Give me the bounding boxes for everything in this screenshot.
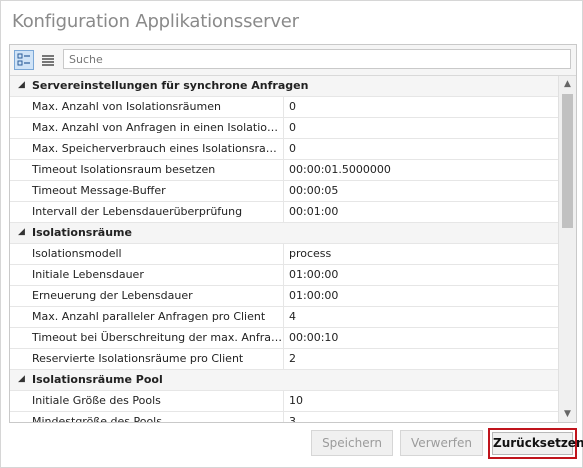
property-name: Max. Anzahl paralleler Anfragen pro Clie…: [10, 307, 284, 327]
collapse-arrow-icon[interactable]: ◢: [18, 80, 25, 90]
categorized-view-icon[interactable]: [14, 50, 34, 70]
property-value[interactable]: 00:00:10: [284, 328, 558, 348]
search-input[interactable]: [63, 49, 571, 69]
property-name: Initiale Größe des Pools: [10, 391, 284, 411]
property-row[interactable]: Initiale Größe des Pools 10: [10, 391, 558, 412]
property-grid-toolbar: [10, 45, 576, 76]
property-row[interactable]: Timeout bei Überschreitung der max. Anfr…: [10, 328, 558, 349]
property-row[interactable]: Mindestgröße des Pools 3: [10, 412, 558, 422]
property-name: Max. Speicherverbrauch eines Isolationsr…: [10, 139, 284, 159]
property-name: Timeout bei Überschreitung der max. Anfr…: [10, 328, 284, 348]
reset-button[interactable]: Zurücksetzen: [492, 432, 583, 455]
property-value[interactable]: 10: [284, 391, 558, 411]
alphabetical-list-icon[interactable]: [38, 50, 58, 70]
property-name: Max. Anzahl von Isolationsräumen: [10, 97, 284, 117]
property-value[interactable]: 4: [284, 307, 558, 327]
category-row[interactable]: ◢ Servereinstellungen für synchrone Anfra…: [10, 76, 558, 97]
property-value[interactable]: 2: [284, 349, 558, 369]
property-value[interactable]: 0: [284, 97, 558, 117]
property-name: Initiale Lebensdauer: [10, 265, 284, 285]
property-row[interactable]: Max. Anzahl von Anfragen in einen Isolat…: [10, 118, 558, 139]
category-label: Servereinstellungen für synchrone Anfrag…: [32, 79, 309, 92]
category-row[interactable]: ◢ Isolationsräume Pool: [10, 370, 558, 391]
property-row[interactable]: Timeout Isolationsraum besetzen 00:00:01.…: [10, 160, 558, 181]
scroll-down-icon[interactable]: ▼: [559, 406, 576, 422]
property-rows: ◢ Servereinstellungen für synchrone Anfra…: [10, 76, 558, 422]
vertical-scrollbar[interactable]: ▲ ▼: [558, 76, 576, 422]
property-row[interactable]: Erneuerung der Lebensdauer 01:00:00: [10, 286, 558, 307]
collapse-arrow-icon[interactable]: ◢: [18, 227, 25, 237]
property-row[interactable]: Reservierte Isolationsräume pro Client 2: [10, 349, 558, 370]
property-value[interactable]: 01:00:00: [284, 286, 558, 306]
property-value[interactable]: 0: [284, 118, 558, 138]
property-name: Max. Anzahl von Anfragen in einen Isolat…: [10, 118, 284, 138]
property-row[interactable]: Max. Anzahl von Isolationsräumen 0: [10, 97, 558, 118]
property-value[interactable]: 00:01:00: [284, 202, 558, 222]
category-row[interactable]: ◢ Isolationsräume: [10, 223, 558, 244]
property-value[interactable]: 3: [284, 412, 558, 422]
property-row[interactable]: Max. Speicherverbrauch eines Isolationsr…: [10, 139, 558, 160]
property-value[interactable]: 0: [284, 139, 558, 159]
collapse-arrow-icon[interactable]: ◢: [18, 374, 25, 384]
property-grid: ◢ Servereinstellungen für synchrone Anfra…: [9, 44, 577, 423]
scroll-up-icon[interactable]: ▲: [559, 76, 576, 92]
property-value[interactable]: 01:00:00: [284, 265, 558, 285]
window-title: Konfiguration Applikationsserver: [12, 11, 299, 32]
property-row[interactable]: Initiale Lebensdauer 01:00:00: [10, 265, 558, 286]
category-label: Isolationsräume Pool: [32, 373, 163, 386]
property-name: Reservierte Isolationsräume pro Client: [10, 349, 284, 369]
reset-button-highlight: Zurücksetzen: [488, 428, 583, 459]
property-name: Intervall der Lebensdauerüberprüfung: [10, 202, 284, 222]
save-button[interactable]: Speichern: [311, 430, 393, 456]
property-name: Isolationsmodell: [10, 244, 284, 264]
property-name: Mindestgröße des Pools: [10, 412, 284, 422]
property-value[interactable]: 00:00:05: [284, 181, 558, 201]
scrollbar-thumb[interactable]: [562, 94, 573, 228]
discard-button[interactable]: Verwerfen: [400, 430, 483, 456]
category-label: Isolationsräume: [32, 226, 132, 239]
config-window: Konfiguration Applikationsserver Suche ◢…: [0, 0, 583, 468]
property-row[interactable]: Isolationsmodell process: [10, 244, 558, 265]
property-row[interactable]: Max. Anzahl paralleler Anfragen pro Clie…: [10, 307, 558, 328]
property-row[interactable]: Timeout Message-Buffer 00:00:05: [10, 181, 558, 202]
property-name: Erneuerung der Lebensdauer: [10, 286, 284, 306]
property-value[interactable]: 00:00:01.5000000: [284, 160, 558, 180]
property-row[interactable]: Intervall der Lebensdauerüberprüfung 00:0…: [10, 202, 558, 223]
property-name: Timeout Isolationsraum besetzen: [10, 160, 284, 180]
property-name: Timeout Message-Buffer: [10, 181, 284, 201]
property-value[interactable]: process: [284, 244, 558, 264]
